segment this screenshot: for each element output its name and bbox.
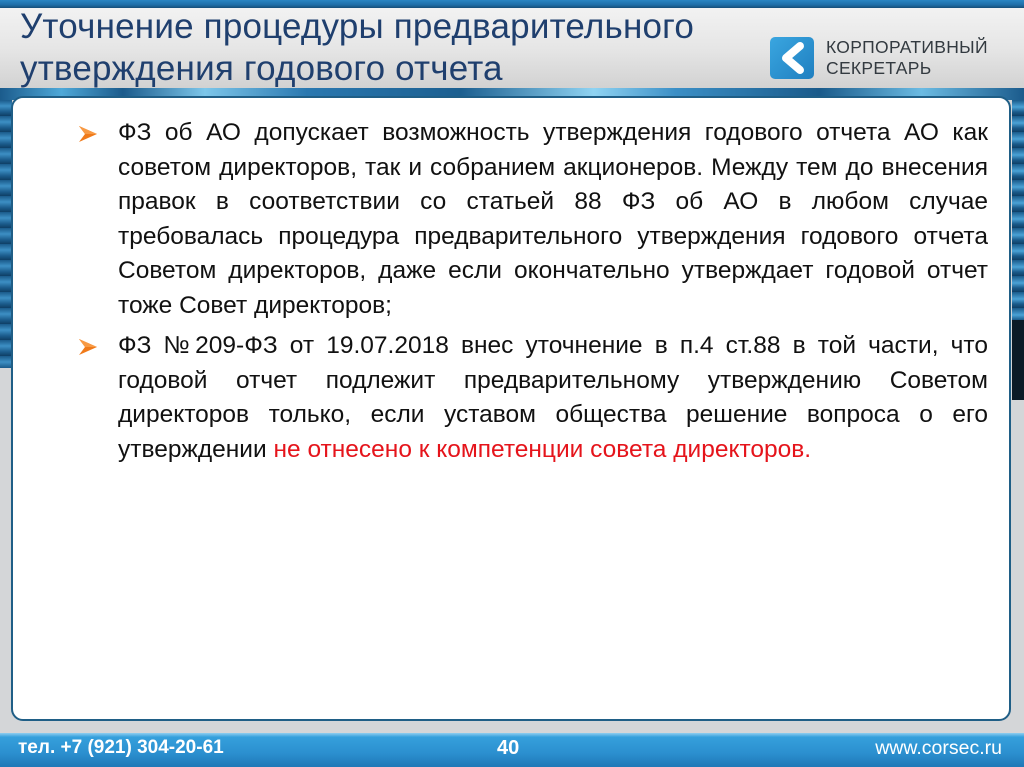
bullet-list: ФЗ об АО допускает возможность утвержден… <box>78 116 988 473</box>
logo-text: КОРПОРАТИВНЫЙ СЕКРЕТАРЬ <box>826 37 988 79</box>
right-side-decoration <box>1012 100 1024 320</box>
corsec-logo-icon <box>770 37 814 79</box>
slide-header: Уточнение процедуры предварительного утв… <box>0 6 1024 90</box>
logo-text-line-2: СЕКРЕТАРЬ <box>826 58 932 78</box>
bullet-item-1: ФЗ об АО допускает возможность утвержден… <box>78 116 988 323</box>
orange-arrow-bullet-icon <box>79 339 97 355</box>
slide-title-line-2: утверждения годового отчета <box>20 49 503 88</box>
slide-title: Уточнение процедуры предварительного утв… <box>20 6 820 90</box>
page-number: 40 <box>497 737 520 759</box>
slide-footer: тел. +7 (921) 304-20-61 40 www.corsec.ru <box>0 733 1024 767</box>
bullet-text-1: ФЗ об АО допускает возможность утвержден… <box>118 119 988 319</box>
bullet-item-2: ФЗ №209-ФЗ от 19.07.2018 внес уточнение … <box>78 329 988 467</box>
logo-text-line-1: КОРПОРАТИВНЫЙ <box>826 37 988 57</box>
slide-title-line-1: Уточнение процедуры предварительного <box>20 7 695 46</box>
company-logo: КОРПОРАТИВНЫЙ СЕКРЕТАРЬ <box>770 36 988 80</box>
orange-arrow-bullet-icon <box>79 126 97 142</box>
bullet-highlight-text: не отнесено к компетенции совета директо… <box>273 435 812 463</box>
footer-website-link[interactable]: www.corsec.ru <box>875 737 1002 760</box>
right-side-dark-strip <box>1012 320 1024 400</box>
footer-phone: тел. +7 (921) 304-20-61 <box>18 737 224 758</box>
